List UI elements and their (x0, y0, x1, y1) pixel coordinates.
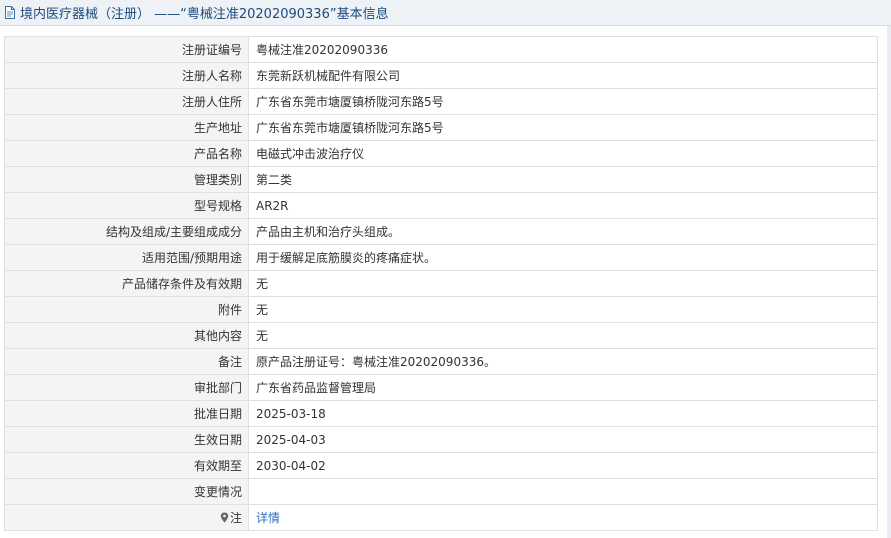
field-value: AR2R (248, 192, 878, 219)
table-row: 结构及组成/主要组成成分 产品由主机和治疗头组成。 (4, 218, 878, 245)
details-link[interactable]: 详情 (256, 511, 280, 525)
field-value: 2025-04-03 (248, 426, 878, 453)
field-value: 粤械注准20202090336 (248, 36, 878, 63)
note-label-cell: 注 (4, 504, 249, 531)
field-label: 管理类别 (4, 166, 249, 193)
table-row: 产品储存条件及有效期无 (4, 270, 878, 297)
field-value: 无 (248, 270, 878, 297)
field-value: 用于缓解足底筋膜炎的疼痛症状。 (248, 244, 878, 271)
field-label: 注册证编号 (4, 36, 249, 63)
field-label: 适用范围/预期用途 (4, 244, 249, 271)
field-label: 批准日期 (4, 400, 249, 427)
field-value: 无 (248, 322, 878, 349)
field-value: 2030-04-02 (248, 452, 878, 479)
field-value: 广东省药品监督管理局 (248, 374, 878, 401)
table-row: 有效期至 2030-04-02 (4, 452, 878, 479)
field-value: 第二类 (248, 166, 878, 193)
field-label: 审批部门 (4, 374, 249, 401)
field-value: 广东省东莞市塘厦镇桥陇河东路5号 (248, 88, 878, 115)
info-table: 注册证编号 粤械注准20202090336 注册人名称 东莞新跃机械配件有限公司 注… (4, 36, 878, 531)
table-row: 审批部门 广东省药品监督管理局 (4, 374, 878, 401)
table-row: 注册人名称 东莞新跃机械配件有限公司 (4, 62, 878, 89)
field-value: 无 (248, 296, 878, 323)
table-row: 适用范围/预期用途 用于缓解足底筋膜炎的疼痛症状。 (4, 244, 878, 271)
table-row: 备注 原产品注册证号：粤械注准20202090336。 (4, 348, 878, 375)
note-value-cell: 详情 (248, 504, 878, 531)
table-row: 生产地址 广东省东莞市塘厦镇桥陇河东路5号 (4, 114, 878, 141)
field-label: 注册人名称 (4, 62, 249, 89)
scrollbar-track[interactable] (887, 26, 891, 538)
field-label: 生产地址 (4, 114, 249, 141)
info-table-container: 注册证编号 粤械注准20202090336 注册人名称 东莞新跃机械配件有限公司 注… (4, 36, 878, 531)
table-row: 管理类别 第二类 (4, 166, 878, 193)
table-row: 变更情况 (4, 478, 878, 505)
field-label: 型号规格 (4, 192, 249, 219)
field-label: 附件 (4, 296, 249, 323)
field-label: 有效期至 (4, 452, 249, 479)
page-header: 境内医疗器械（注册） ——“粤械注准20202090336”基本信息 (0, 0, 891, 26)
note-row: 注 详情 (4, 504, 878, 531)
field-value: 电磁式冲击波治疗仪 (248, 140, 878, 167)
field-label: 注册人住所 (4, 88, 249, 115)
table-row: 批准日期 2025-03-18 (4, 400, 878, 427)
field-label: 变更情况 (4, 478, 249, 505)
table-row: 型号规格 AR2R (4, 192, 878, 219)
field-label: 其他内容 (4, 322, 249, 349)
field-label: 备注 (4, 348, 249, 375)
field-label: 产品名称 (4, 140, 249, 167)
table-row: 注册证编号 粤械注准20202090336 (4, 36, 878, 63)
table-row: 附件无 (4, 296, 878, 323)
document-icon (4, 5, 18, 20)
note-label: 注 (229, 511, 242, 525)
field-label: 产品储存条件及有效期 (4, 270, 249, 297)
page-title: 境内医疗器械（注册） ——“粤械注准20202090336”基本信息 (20, 7, 389, 22)
field-value: 东莞新跃机械配件有限公司 (248, 62, 878, 89)
table-row: 其他内容无 (4, 322, 878, 349)
table-row: 产品名称 电磁式冲击波治疗仪 (4, 140, 878, 167)
field-label: 结构及组成/主要组成成分 (4, 218, 249, 245)
field-value: 原产品注册证号：粤械注准20202090336。 (248, 348, 878, 375)
pin-icon (220, 512, 229, 523)
field-value: 广东省东莞市塘厦镇桥陇河东路5号 (248, 114, 878, 141)
table-row: 生效日期 2025-04-03 (4, 426, 878, 453)
field-label: 生效日期 (4, 426, 249, 453)
table-row: 注册人住所 广东省东莞市塘厦镇桥陇河东路5号 (4, 88, 878, 115)
field-value (248, 478, 878, 505)
field-value: 产品由主机和治疗头组成。 (248, 218, 878, 245)
field-value: 2025-03-18 (248, 400, 878, 427)
